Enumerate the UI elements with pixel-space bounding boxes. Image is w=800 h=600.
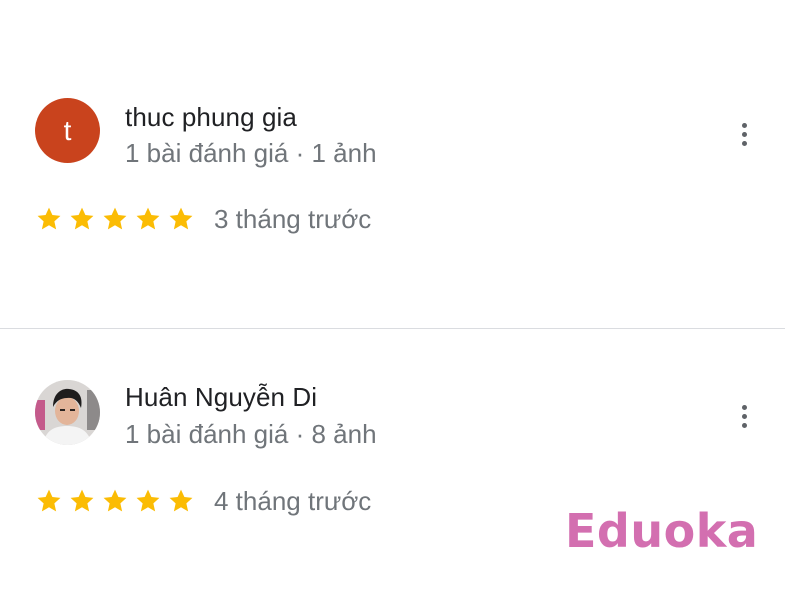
review-time: 3 tháng trước <box>214 203 372 234</box>
reviewer-name[interactable]: Huân Nguyễn Di <box>125 382 317 413</box>
star-rating <box>35 487 195 515</box>
star-icon <box>103 489 127 512</box>
avatar-photo-icon <box>35 380 100 445</box>
reviewer-stats: 1 bài đánh giá · 1 ảnh <box>125 138 377 168</box>
rating-row: 3 tháng trước <box>35 203 371 235</box>
star-icon <box>169 207 193 230</box>
star-icon <box>70 489 94 512</box>
review-card: t thuc phung gia 1 bài đánh giá · 1 ảnh … <box>0 0 785 328</box>
review-time: 4 tháng trước <box>214 485 372 516</box>
star-icon <box>37 489 61 512</box>
more-vert-icon <box>741 122 747 128</box>
avatar-letter: t <box>63 114 72 146</box>
star-rating <box>35 205 195 233</box>
star-icon <box>37 207 61 230</box>
reviewer-stats: 1 bài đánh giá · 8 ảnh <box>125 419 377 449</box>
eduoka-watermark: Eduoka <box>565 504 759 558</box>
more-options-button[interactable] <box>728 116 760 152</box>
star-icon <box>136 207 160 230</box>
reviews-panel: t thuc phung gia 1 bài đánh giá · 1 ảnh … <box>0 0 800 600</box>
reviewer-avatar[interactable] <box>35 380 100 445</box>
review-card: Huân Nguyễn Di 1 bài đánh giá · 8 ảnh 4 … <box>0 329 785 600</box>
reviewer-name[interactable]: thuc phung gia <box>125 102 297 133</box>
star-icon <box>136 489 160 512</box>
reviewer-avatar[interactable]: t <box>35 98 100 163</box>
star-icon <box>169 489 193 512</box>
more-options-button[interactable] <box>728 398 760 434</box>
star-icon <box>70 207 94 230</box>
more-vert-icon <box>741 404 747 410</box>
rating-row: 4 tháng trước <box>35 485 371 517</box>
star-icon <box>103 207 127 230</box>
